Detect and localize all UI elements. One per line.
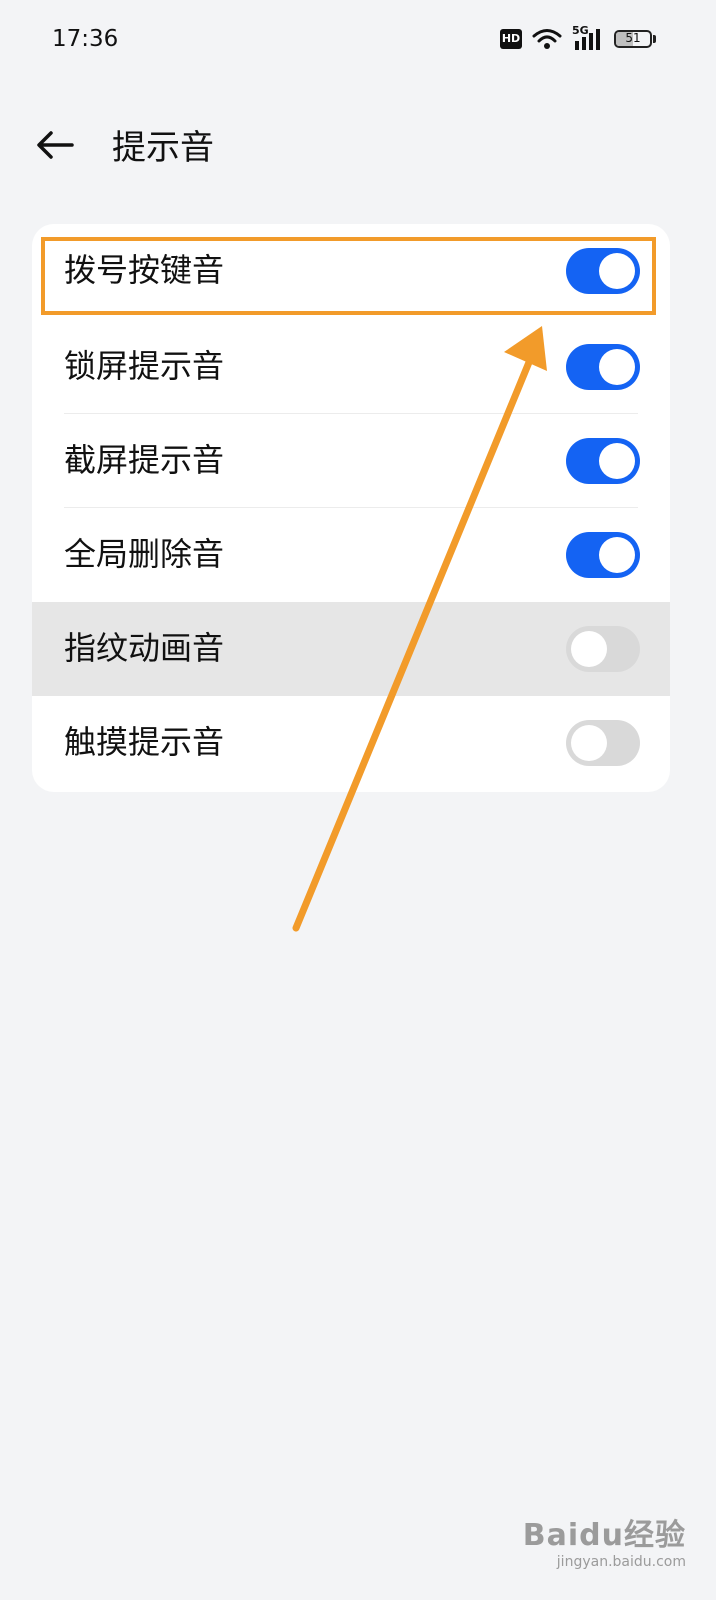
annotation-highlight-box (41, 237, 656, 315)
watermark-sub-text: jingyan.baidu.com (556, 1554, 686, 1570)
wifi-icon (532, 29, 562, 49)
touch-sound-toggle[interactable] (566, 720, 640, 766)
setting-row-touch-sound[interactable]: 触摸提示音 (32, 696, 670, 790)
cellular-signal-icon: 5G (572, 24, 604, 51)
arrow-left-icon (37, 131, 74, 159)
back-button[interactable] (32, 122, 78, 168)
watermark-logo: Baidu经验 jingyan.baidu.com (523, 1510, 686, 1570)
setting-row-fingerprint-animation-sound[interactable]: 指纹动画音 (32, 602, 670, 696)
hd-icon: HD (500, 29, 522, 49)
setting-label: 截屏提示音 (64, 441, 225, 479)
battery-icon: 51 (614, 30, 656, 48)
setting-row-lock-screen-sound[interactable]: 锁屏提示音 (32, 320, 670, 414)
setting-label: 指纹动画音 (64, 629, 225, 667)
battery-level: 51 (625, 31, 641, 45)
watermark-main-text: Baidu经验 (522, 1518, 686, 1553)
setting-label: 触摸提示音 (64, 723, 225, 761)
page-title: 提示音 (112, 128, 214, 168)
setting-row-screenshot-sound[interactable]: 截屏提示音 (32, 414, 670, 508)
lock-screen-sound-toggle[interactable] (566, 344, 640, 390)
setting-label: 全局删除音 (64, 535, 225, 573)
setting-row-global-delete-sound[interactable]: 全局删除音 (32, 508, 670, 602)
status-bar: 17:36 HD 5G 51 (0, 0, 716, 84)
global-delete-sound-toggle[interactable] (566, 532, 640, 578)
setting-label: 锁屏提示音 (64, 347, 225, 385)
fingerprint-animation-sound-toggle[interactable] (566, 626, 640, 672)
status-icons: HD 5G 51 (500, 24, 656, 51)
status-time: 17:36 (52, 26, 119, 52)
screenshot-sound-toggle[interactable] (566, 438, 640, 484)
app-header: 提示音 (0, 100, 716, 190)
